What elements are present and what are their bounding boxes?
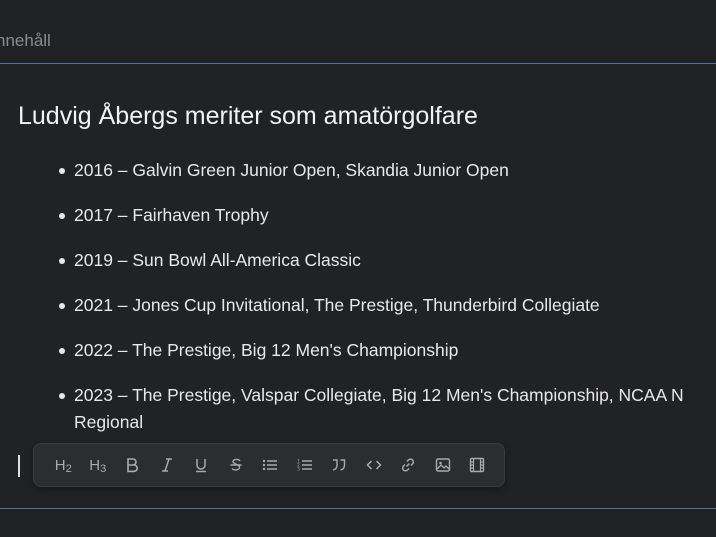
list-item[interactable]: 2016 – Galvin Green Junior Open, Skandia… xyxy=(54,157,716,184)
underline-icon xyxy=(196,459,207,473)
code-icon xyxy=(366,460,382,470)
list-item[interactable]: 2022 – The Prestige, Big 12 Men's Champi… xyxy=(54,337,716,364)
quote-button[interactable] xyxy=(322,450,357,480)
link-icon xyxy=(402,458,415,472)
heading-3-icon: H3 xyxy=(89,456,107,475)
heading-2-icon: H2 xyxy=(54,456,72,475)
list-item-text: 2022 – The Prestige, Big 12 Men's Champi… xyxy=(74,340,459,360)
list-item[interactable]: 2021 – Jones Cup Invitational, The Prest… xyxy=(54,292,716,319)
underline-button[interactable] xyxy=(184,450,219,480)
list-item-text: 2021 – Jones Cup Invitational, The Prest… xyxy=(74,295,600,315)
svg-text:3: 3 xyxy=(297,467,300,473)
bullet-list-button[interactable] xyxy=(253,450,288,480)
bold-button[interactable] xyxy=(115,450,150,480)
strikethrough-button[interactable] xyxy=(219,450,254,480)
list-item-text-continued: Regional xyxy=(74,412,144,432)
achievements-list: 2016 – Galvin Green Junior Open, Skandia… xyxy=(54,157,716,454)
code-button[interactable] xyxy=(357,450,392,480)
section-label: nnehåll xyxy=(0,31,51,50)
video-button[interactable] xyxy=(460,450,495,480)
image-icon xyxy=(435,458,450,472)
strikethrough-icon xyxy=(230,458,242,471)
document-heading[interactable]: Ludvig Åbergs meriter som amatörgolfare xyxy=(18,100,478,132)
italic-icon xyxy=(161,458,172,472)
bold-icon xyxy=(127,458,139,473)
list-item-text: 2023 – The Prestige, Valspar Collegiate,… xyxy=(74,385,684,405)
numbered-list-icon: 123 xyxy=(297,459,312,473)
video-icon xyxy=(470,457,485,473)
numbered-list-button[interactable]: 123 xyxy=(288,450,323,480)
list-item-text: 2017 – Fairhaven Trophy xyxy=(74,205,269,225)
text-cursor xyxy=(18,455,20,477)
italic-button[interactable] xyxy=(150,450,185,480)
bottom-divider xyxy=(0,508,716,509)
list-item[interactable]: 2023 – The Prestige, Valspar Collegiate,… xyxy=(54,382,716,436)
link-button[interactable] xyxy=(391,450,426,480)
image-button[interactable] xyxy=(426,450,461,480)
list-item[interactable]: 2017 – Fairhaven Trophy xyxy=(54,202,716,229)
heading-2-button[interactable]: H2 xyxy=(46,450,81,480)
formatting-toolbar: H2 H3 123 xyxy=(33,443,505,487)
quote-icon xyxy=(333,459,346,471)
heading-3-button[interactable]: H3 xyxy=(81,450,116,480)
list-item-text: 2016 – Galvin Green Junior Open, Skandia… xyxy=(74,160,509,180)
list-item-text: 2019 – Sun Bowl All-America Classic xyxy=(74,250,361,270)
list-item[interactable]: 2019 – Sun Bowl All-America Classic xyxy=(54,247,716,274)
top-divider xyxy=(0,63,716,64)
bullet-list-icon xyxy=(263,459,278,471)
